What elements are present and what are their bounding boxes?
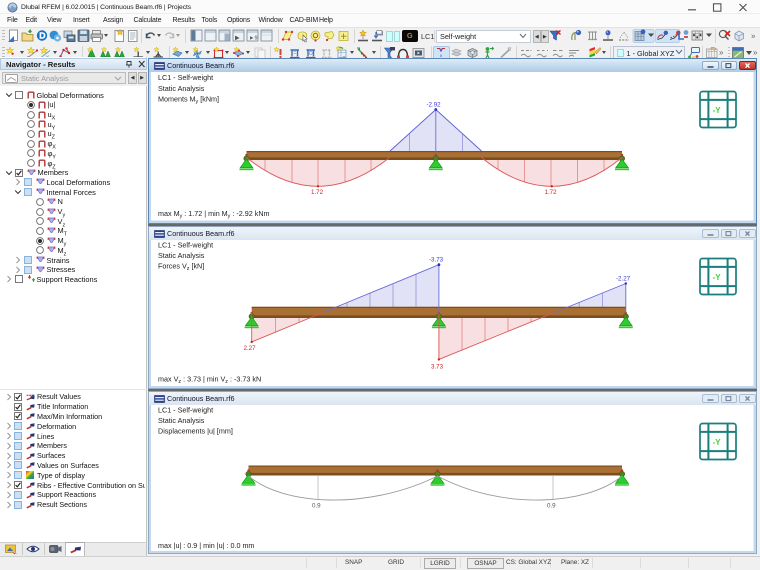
svg-text:1.72: 1.72: [545, 189, 558, 196]
svg-text:LC1 - Self-weight: LC1 - Self-weight: [158, 240, 213, 249]
svg-text:Static Analysis: Static Analysis: [158, 416, 205, 425]
svg-text:►9: ►9: [249, 36, 258, 42]
svg-text:-2.27: -2.27: [616, 275, 631, 282]
svg-text:-2.92: -2.92: [427, 101, 442, 108]
svg-text:max Vz : 3.73 | min Vz : -3.73: max Vz : 3.73 | min Vz : -3.73 kN: [158, 374, 261, 385]
svg-text:-Y: -Y: [713, 438, 722, 447]
svg-text:max |u| : 0.9 | min |u| : 0.0: max |u| : 0.9 | min |u| : 0.0 mm: [158, 541, 254, 550]
svg-text:LC1 - Self-weight: LC1 - Self-weight: [158, 405, 213, 414]
svg-text:-Y: -Y: [713, 273, 722, 282]
svg-text:max My : 1.72 | min My : -2.92: max My : 1.72 | min My : -2.92 kNm: [158, 209, 270, 220]
svg-text:3.73: 3.73: [431, 363, 444, 370]
svg-text:Moments My [kNm]: Moments My [kNm]: [158, 94, 219, 105]
svg-text:LC1 - Self-weight: LC1 - Self-weight: [158, 73, 213, 82]
svg-text:2.27: 2.27: [244, 345, 257, 352]
svg-text:0.9: 0.9: [312, 502, 321, 509]
svg-text:Displacements |u| [mm]: Displacements |u| [mm]: [158, 426, 233, 435]
svg-text:▶: ▶: [235, 36, 240, 42]
svg-text:Static Analysis: Static Analysis: [158, 251, 205, 260]
svg-text:-3.73: -3.73: [429, 256, 444, 263]
svg-text:»: »: [751, 32, 756, 41]
svg-text:0.9: 0.9: [547, 502, 556, 509]
svg-text:Static Analysis: Static Analysis: [158, 84, 205, 93]
svg-text:-Y: -Y: [713, 106, 722, 115]
svg-text:Forces Vz [kN]: Forces Vz [kN]: [158, 261, 204, 272]
svg-text:1.72: 1.72: [311, 189, 324, 196]
